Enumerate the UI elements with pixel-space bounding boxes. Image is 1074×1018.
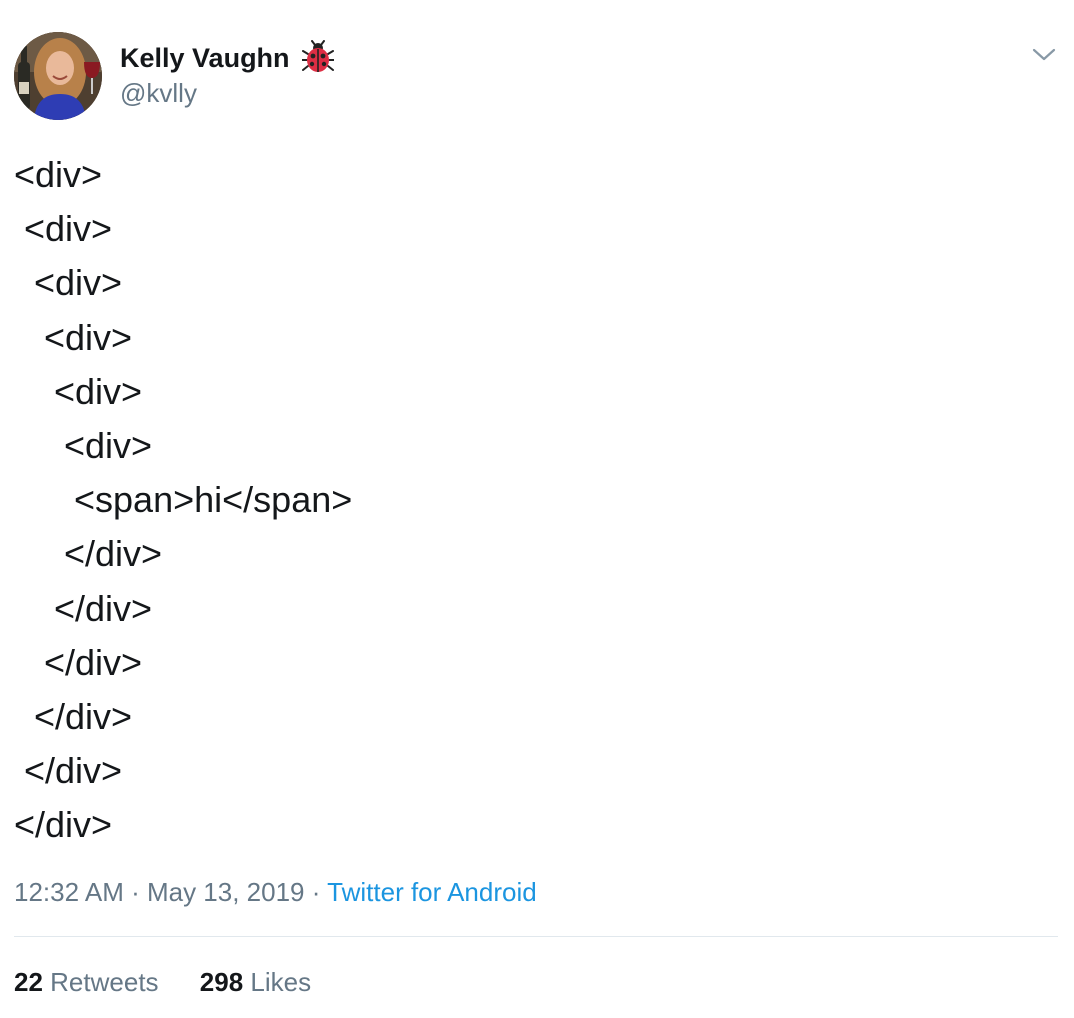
- tweet-line: </div>: [14, 696, 133, 738]
- tweet-line: <div>: [14, 316, 133, 358]
- tweet-source-link[interactable]: Twitter for Android: [327, 877, 537, 907]
- meta-separator: ·: [123, 877, 147, 907]
- tweet-line: <div>: [14, 425, 153, 467]
- likes-count: 298: [199, 967, 244, 997]
- tweet-line: <div>: [14, 154, 103, 195]
- ladybug-icon: [301, 40, 335, 74]
- tweet-line: </div>: [14, 641, 143, 683]
- tweet-line: <span>hi</span>: [14, 479, 353, 521]
- avatar-photo: [14, 32, 102, 120]
- retweets-label: Retweets: [50, 967, 159, 997]
- tweet-time[interactable]: 12:32 AM: [14, 877, 124, 907]
- likes-label: Likes: [250, 967, 312, 997]
- avatar[interactable]: [14, 32, 102, 120]
- meta-separator: ·: [304, 877, 328, 907]
- author-handle[interactable]: @kvlly: [120, 76, 197, 110]
- tweet-line: </div>: [14, 533, 163, 575]
- tweet-line: <div>: [14, 370, 143, 412]
- likes-stat[interactable]: 298 Likes: [200, 964, 311, 1000]
- chevron-down-icon[interactable]: [1030, 42, 1058, 66]
- retweets-stat[interactable]: 22 Retweets: [14, 964, 159, 1000]
- tweet-line: <div>: [14, 262, 123, 304]
- tweet-line: </div>: [14, 750, 123, 792]
- tweet-text: <div> <div> <div> <div> <div> <div> <spa…: [14, 148, 352, 853]
- tweet-line: <div>: [14, 208, 113, 250]
- retweets-count: 22: [14, 967, 43, 997]
- tweet-stats: 22 Retweets 298 Likes: [14, 964, 311, 1000]
- author-display-name[interactable]: Kelly Vaughn: [120, 40, 290, 76]
- divider: [14, 936, 1058, 937]
- tweet-date[interactable]: May 13, 2019: [147, 877, 305, 907]
- tweet-line: </div>: [14, 804, 113, 846]
- tweet-line: </div>: [14, 587, 153, 629]
- tweet-metadata: 12:32 AM · May 13, 2019 · Twitter for An…: [14, 874, 537, 910]
